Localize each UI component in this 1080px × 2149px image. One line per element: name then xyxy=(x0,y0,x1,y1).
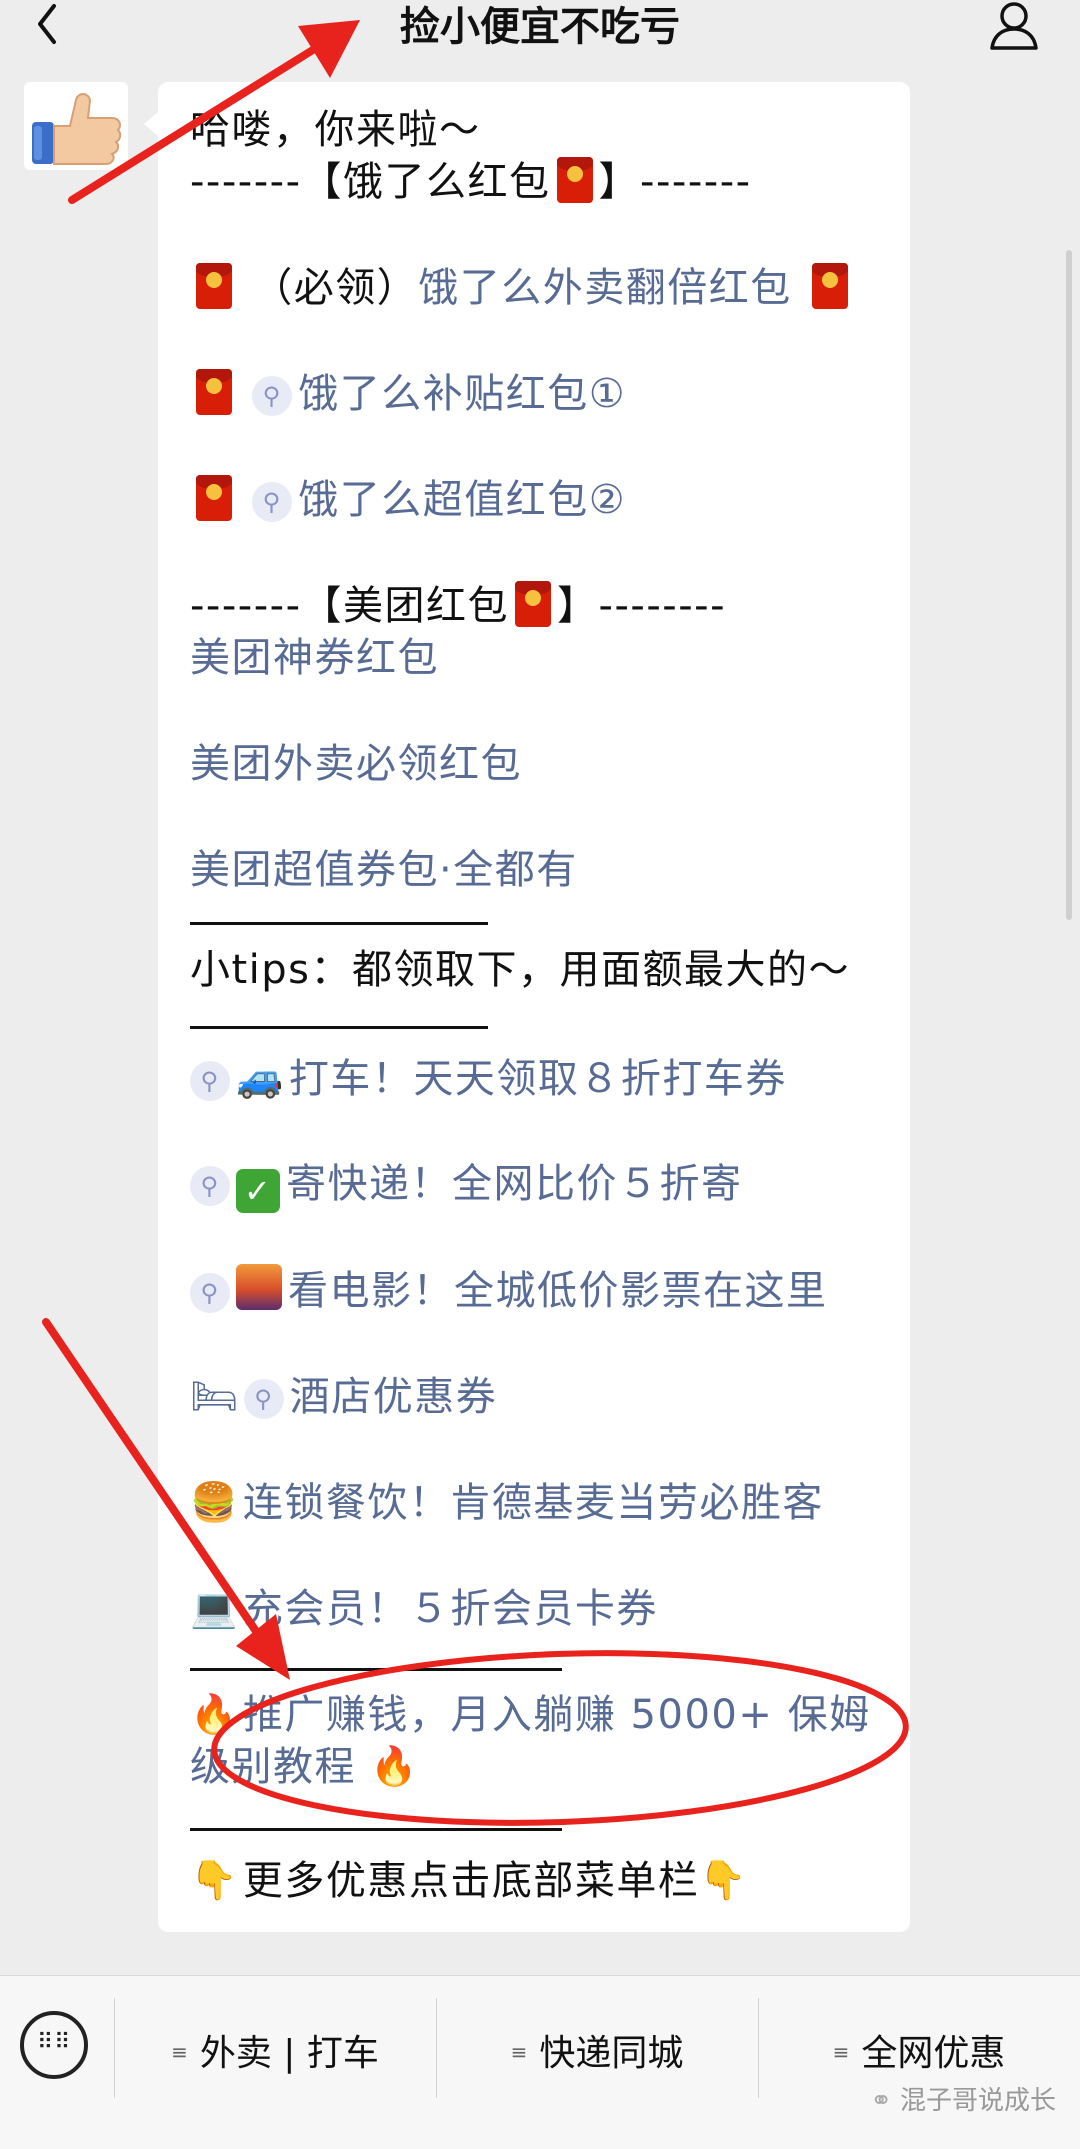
menu-label: 全网优惠 xyxy=(861,2033,1006,2074)
footer-note: 👇 更多优惠点击底部菜单栏👇 xyxy=(190,1854,752,1907)
chat-title: 捡小便宜不吃亏 xyxy=(400,4,680,50)
menu-item-all-deals[interactable]: ≡ 全网优惠 xyxy=(758,2024,1080,2076)
ele-required-row: （必领）饿了么外卖翻倍红包 xyxy=(190,262,854,314)
dining-link[interactable]: 连锁餐饮！肯德基麦当劳必胜客 xyxy=(243,1480,824,1526)
divider-line xyxy=(190,1828,562,1831)
ele-link-row-1: ⚲ 饿了么补贴红包① xyxy=(190,368,626,420)
red-envelope-icon xyxy=(196,369,232,415)
promo-link-line-1[interactable]: 推广赚钱，月入躺赚 5000+ 保姆 xyxy=(243,1692,871,1738)
divider-line xyxy=(190,1668,562,1671)
ele-double-link[interactable]: 饿了么外卖翻倍红包 xyxy=(418,265,792,311)
tips-text: 小tips：都领取下，用面额最大的～ xyxy=(190,947,851,993)
meituan-section-prefix: -------【美团红包 xyxy=(190,583,510,629)
link-icon: ⚲ xyxy=(252,376,293,416)
menu-label: 外卖 | 打车 xyxy=(199,2033,379,2074)
taxi-link[interactable]: 打车！天天领取８折打车券 xyxy=(289,1056,787,1102)
link-icon: ⚲ xyxy=(190,1061,230,1101)
link-icon: ⚲ xyxy=(190,1273,230,1313)
menu-item-express-local[interactable]: ≡ 快递同城 xyxy=(436,2024,758,2076)
divider-line xyxy=(190,1026,488,1029)
avatar[interactable] xyxy=(24,82,128,170)
ele-section-suffix: 】------- xyxy=(598,159,752,205)
promo-row[interactable]: 🔥 推广赚钱，月入躺赚 5000+ 保姆 xyxy=(190,1688,871,1741)
divider-line xyxy=(190,922,488,925)
menu-lines-icon: ≡ xyxy=(832,2040,850,2064)
express-link[interactable]: 寄快递！全网比价５折寄 xyxy=(286,1161,743,1207)
ele-section-prefix: -------【饿了么红包 xyxy=(190,159,551,205)
hotel-row[interactable]: 🛏 ⚲ 酒店优惠券 xyxy=(190,1370,497,1423)
profile-button[interactable] xyxy=(986,0,1042,52)
red-envelope-icon xyxy=(811,263,848,309)
red-envelope-icon xyxy=(196,475,232,521)
point-down-icon: 👇 xyxy=(699,1858,749,1902)
movie-row[interactable]: ⚲ 看电影！全城低价影票在这里 xyxy=(190,1264,828,1317)
taxi-row[interactable]: ⚲ 🚙 打车！天天领取８折打车券 xyxy=(190,1052,787,1105)
membership-link[interactable]: 充会员！５折会员卡券 xyxy=(243,1586,658,1632)
point-down-icon: 👇 xyxy=(190,1858,239,1902)
menu-label: 快递同城 xyxy=(539,2033,684,2074)
ele-link-row-2: ⚲ 饿了么超值红包② xyxy=(190,474,626,526)
check-icon: ✓ xyxy=(236,1169,280,1213)
wechat-logo-icon: ⚭ xyxy=(870,2086,892,2116)
cityscape-icon xyxy=(236,1264,282,1310)
express-row[interactable]: ⚲ ✓ 寄快递！全网比价５折寄 xyxy=(190,1158,743,1213)
bottom-menu-bar: ⠿⠿ ≡ 外卖 | 打车 ≡ 快递同城 ≡ 全网优惠 ⚭ 混子哥说成长 xyxy=(0,1975,1080,2149)
footer-note-text: 更多优惠点击底部菜单栏 xyxy=(242,1858,700,1904)
watermark: ⚭ 混子哥说成长 xyxy=(870,2080,1056,2117)
fire-icon: 🔥 xyxy=(190,1692,239,1736)
menu-lines-icon: ≡ xyxy=(510,2040,528,2064)
ele-subsidy-link[interactable]: 饿了么补贴红包① xyxy=(298,371,626,417)
message-bubble: 哈喽，你来啦～ -------【饿了么红包 】------- （必领）饿了么外卖翻… xyxy=(144,82,910,1932)
thumbs-up-icon xyxy=(32,93,122,165)
required-label: （必领） xyxy=(252,265,419,311)
bed-icon: 🛏 xyxy=(190,1374,240,1418)
top-nav-bar: 捡小便宜不吃亏 xyxy=(0,0,1080,60)
laptop-icon: 💻 xyxy=(190,1586,239,1630)
link-icon: ⚲ xyxy=(243,1379,284,1419)
menu-item-takeout-taxi[interactable]: ≡ 外卖 | 打车 xyxy=(114,2024,436,2076)
scroll-indicator[interactable] xyxy=(1066,250,1072,920)
fire-icon: 🔥 xyxy=(370,1744,420,1788)
promo-link-line-2[interactable]: 级别教程 xyxy=(190,1744,356,1790)
hotel-link[interactable]: 酒店优惠券 xyxy=(290,1374,498,1420)
link-icon: ⚲ xyxy=(252,482,293,522)
promo-row-2[interactable]: 级别教程 🔥 xyxy=(190,1740,423,1793)
watermark-text: 混子哥说成长 xyxy=(899,2086,1056,2116)
red-envelope-icon xyxy=(556,157,593,203)
keyboard-toggle-button[interactable]: ⠿⠿ xyxy=(20,2011,88,2079)
user-icon xyxy=(990,2,1038,50)
meituan-section-suffix: 】-------- xyxy=(557,583,727,629)
link-icon: ⚲ xyxy=(190,1166,230,1206)
ele-value-link[interactable]: 饿了么超值红包② xyxy=(298,477,626,523)
meituan-coupon-link[interactable]: 美团神券红包 xyxy=(190,632,439,684)
burger-icon: 🍔 xyxy=(190,1480,239,1524)
movie-link[interactable]: 看电影！全城低价影票在这里 xyxy=(288,1268,828,1314)
membership-row[interactable]: 💻 充会员！５折会员卡券 xyxy=(190,1582,658,1635)
meituan-section-header: -------【美团红包 】-------- xyxy=(190,580,726,632)
ele-section-header: -------【饿了么红包 】------- xyxy=(190,156,752,208)
dining-row[interactable]: 🍔 连锁餐饮！肯德基麦当劳必胜客 xyxy=(190,1476,824,1529)
meituan-takeout-link[interactable]: 美团外卖必领红包 xyxy=(190,738,522,790)
menu-lines-icon: ≡ xyxy=(171,2040,188,2064)
greeting-text: 哈喽，你来啦～ xyxy=(190,107,481,153)
car-icon: 🚙 xyxy=(236,1056,285,1100)
red-envelope-icon xyxy=(515,581,552,627)
keyboard-icon: ⠿⠿ xyxy=(37,2030,72,2055)
meituan-voucher-link[interactable]: 美团超值券包·全都有 xyxy=(190,844,578,896)
red-envelope-icon xyxy=(196,263,232,309)
